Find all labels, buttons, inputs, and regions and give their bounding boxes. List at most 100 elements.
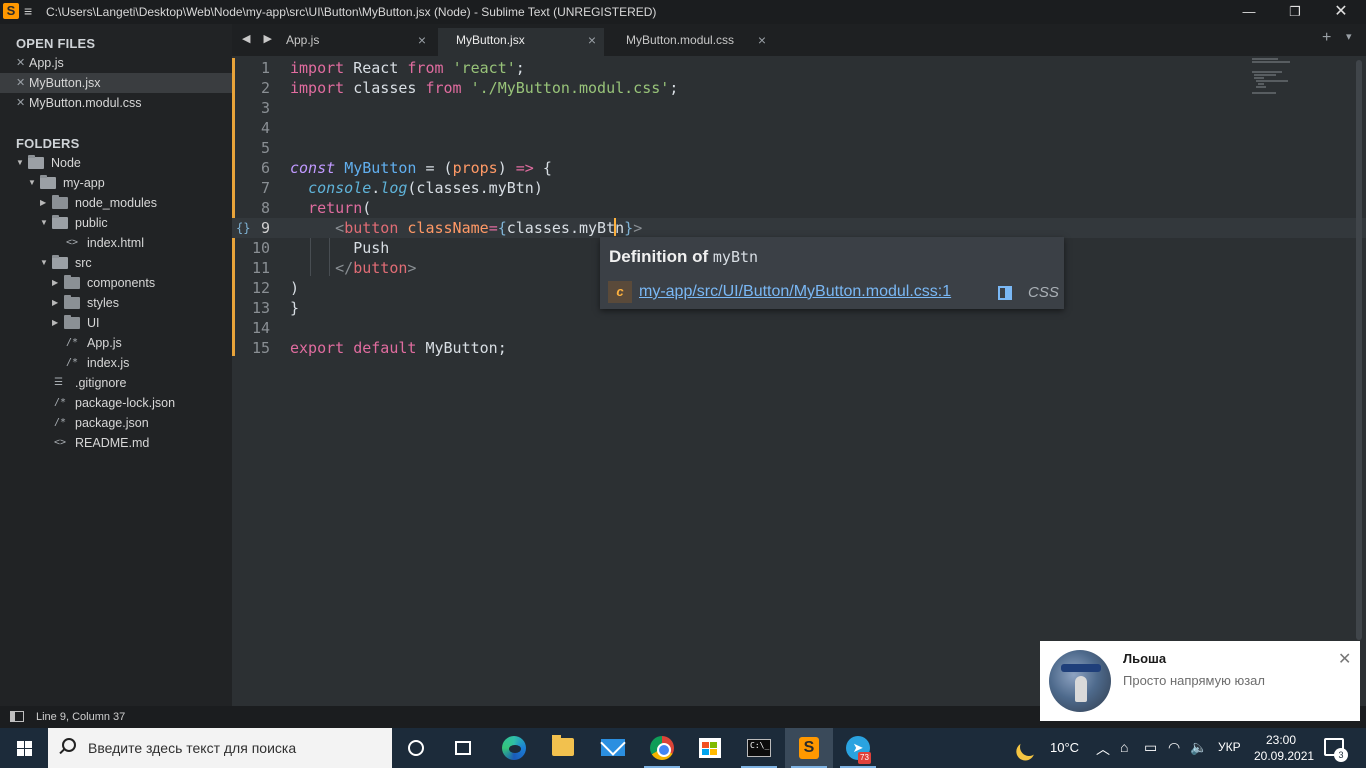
terminal-button[interactable]: C:\_: [735, 728, 783, 768]
line-number: 7: [260, 179, 270, 197]
input-language[interactable]: УКР: [1218, 740, 1241, 754]
tree-folder-components[interactable]: ▶ components: [52, 273, 226, 293]
code-string: 'react': [452, 59, 516, 77]
volume-icon[interactable]: 🔈: [1190, 739, 1207, 756]
notification-toast[interactable]: Льоша Просто напрямую юзал ✕: [1040, 641, 1360, 721]
windows-logo-icon: [17, 749, 24, 756]
tab-label: App.js: [286, 33, 320, 47]
code-tag-name: button: [344, 219, 399, 237]
show-hidden-icons-icon[interactable]: ︿: [1096, 739, 1110, 759]
mail-button[interactable]: [589, 728, 637, 768]
code-tag-name: button: [353, 259, 408, 277]
definition-link[interactable]: my-app/src/UI/Button/MyButton.modul.css:…: [639, 283, 951, 301]
tab-list-icon[interactable]: ▾: [1346, 30, 1352, 43]
chrome-button[interactable]: [638, 728, 686, 768]
code-keyword: import: [290, 79, 345, 97]
open-file-mybutton-css[interactable]: ✕ MyButton.modul.css: [0, 93, 232, 113]
network-icon[interactable]: ⌂: [1120, 739, 1128, 755]
cortana-button[interactable]: [392, 728, 440, 768]
store-icon: [699, 738, 721, 758]
tree-file-package-lock[interactable]: /* package-lock.json: [40, 393, 226, 413]
collapsed-arrow-icon: ▶: [52, 318, 59, 327]
vertical-scrollbar[interactable]: [1356, 60, 1362, 640]
open-file-label: App.js: [29, 56, 64, 70]
sublime-text-button[interactable]: S: [785, 728, 833, 768]
tree-label: node_modules: [75, 196, 158, 210]
tree-folder-node[interactable]: ▼ Node: [16, 153, 226, 173]
code-text: {: [533, 159, 552, 177]
tree-file-gitignore[interactable]: ☰ .gitignore: [40, 373, 226, 393]
toggle-sidebar-icon[interactable]: [10, 711, 24, 722]
tree-label: App.js: [87, 336, 122, 350]
tab-app-js[interactable]: App.js ×: [268, 28, 434, 56]
close-window-button[interactable]: ✕: [1318, 0, 1364, 24]
tree-label: UI: [87, 316, 100, 330]
avatar-sign: [1061, 664, 1101, 672]
clock-date: 20.09.2021: [1254, 749, 1315, 763]
code-keyword: from: [425, 79, 462, 97]
open-side-by-side-icon[interactable]: [998, 286, 1012, 300]
telegram-button[interactable]: ➤ 73: [834, 728, 882, 768]
edge-button[interactable]: [490, 728, 538, 768]
code-tag-bracket: <: [335, 219, 345, 237]
close-file-icon[interactable]: ✕: [16, 73, 25, 93]
task-view-button[interactable]: [440, 728, 488, 768]
weather-temperature[interactable]: 10°C: [1050, 740, 1079, 755]
minimize-button[interactable]: —: [1226, 0, 1272, 24]
tab-close-icon[interactable]: ×: [758, 28, 766, 52]
code-text: Push: [353, 239, 390, 257]
hamburger-menu-icon[interactable]: ≡: [24, 4, 38, 18]
tree-file-index-html[interactable]: <> index.html: [52, 233, 226, 253]
tree-folder-ui[interactable]: ▶ UI: [52, 313, 226, 333]
taskbar-search[interactable]: Введите здесь текст для поиска: [48, 728, 392, 768]
file-explorer-button[interactable]: [540, 728, 588, 768]
code-text: = (: [416, 159, 453, 177]
text-file-icon: ☰: [54, 377, 63, 388]
open-file-app-js[interactable]: ✕ App.js: [0, 53, 232, 73]
code-keyword: return: [308, 199, 363, 217]
open-file-mybutton-jsx[interactable]: ✕ MyButton.jsx: [0, 73, 232, 93]
tree-folder-my-app[interactable]: ▼ my-app: [28, 173, 226, 193]
store-button[interactable]: [686, 728, 734, 768]
code-keyword: const: [290, 159, 336, 177]
tree-folder-public[interactable]: ▼ public: [40, 213, 226, 233]
code-line: 5: [232, 138, 1366, 158]
tree-folder-styles[interactable]: ▶ styles: [52, 293, 226, 313]
code-line: 6 const MyButton = (props) => {: [232, 158, 1366, 178]
wifi-icon[interactable]: ◠: [1168, 739, 1180, 756]
line-number: 10: [251, 239, 270, 257]
tree-folder-src[interactable]: ▼ src: [40, 253, 226, 273]
close-notification-icon[interactable]: ✕: [1338, 649, 1351, 669]
tree-file-app-js[interactable]: /* App.js: [52, 333, 226, 353]
expanded-arrow-icon: ▼: [28, 178, 36, 187]
cursor-position[interactable]: Line 9, Column 37: [36, 711, 125, 723]
tree-file-package-json[interactable]: /* package.json: [40, 413, 226, 433]
maximize-button[interactable]: ❐: [1272, 0, 1318, 24]
tree-file-index-js[interactable]: /* index.js: [52, 353, 226, 373]
tab-mybutton-jsx[interactable]: MyButton.jsx ×: [438, 28, 604, 56]
mail-icon: [601, 739, 625, 756]
tab-close-icon[interactable]: ×: [418, 28, 426, 52]
code-attribute: className: [407, 219, 489, 237]
start-button[interactable]: [0, 728, 48, 768]
tree-folder-node-modules[interactable]: ▶ node_modules: [40, 193, 226, 213]
close-file-icon[interactable]: ✕: [16, 93, 25, 113]
minimap[interactable]: [1252, 58, 1332, 94]
new-tab-icon[interactable]: +: [1322, 29, 1331, 47]
code-operator: =: [488, 219, 498, 237]
close-file-icon[interactable]: ✕: [16, 53, 25, 73]
tab-close-icon[interactable]: ×: [588, 28, 596, 52]
script-file-icon: /*: [54, 417, 67, 428]
battery-icon[interactable]: ▭: [1144, 739, 1157, 756]
tab-label: MyButton.modul.css: [626, 33, 735, 47]
clock[interactable]: 23:00 20.09.2021: [1254, 732, 1315, 764]
tree-label: package-lock.json: [75, 396, 176, 410]
folder-icon: [64, 315, 80, 329]
windows-logo-icon: [17, 741, 24, 748]
line-number: 11: [251, 259, 270, 277]
tree-file-readme[interactable]: <> README.md: [40, 433, 226, 453]
tab-mybutton-css[interactable]: MyButton.modul.css ×: [608, 28, 774, 56]
weather-moon-icon[interactable]: [1017, 735, 1040, 758]
code-editor[interactable]: 1 import React from 'react'; 2 import cl…: [232, 56, 1366, 706]
